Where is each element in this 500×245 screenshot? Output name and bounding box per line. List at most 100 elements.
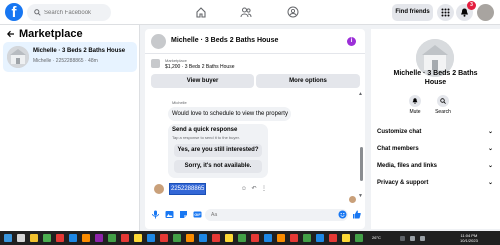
app-icon[interactable]	[355, 234, 363, 242]
info-icon[interactable]: i	[347, 37, 356, 46]
top-navigation-bar: f Find friends 3	[0, 0, 500, 25]
app-icon[interactable]	[290, 234, 298, 242]
app-icon[interactable]	[160, 234, 168, 242]
quick-response-subtitle: Tap a response to send it to the buyer.	[172, 135, 240, 140]
reply-icon[interactable]: ↶	[250, 184, 258, 194]
listing-small-thumbnail	[151, 59, 160, 68]
notifications-button[interactable]: 3	[456, 1, 476, 21]
search-label: Search	[435, 109, 451, 115]
bell-icon	[461, 8, 468, 17]
app-icon[interactable]	[238, 234, 246, 242]
search-in-chat-button[interactable]	[437, 95, 449, 107]
listing-price-title[interactable]: $1,200 · 3 Beds 2 Baths House	[165, 64, 235, 70]
listing-thumbnail	[7, 46, 29, 68]
search-box[interactable]	[27, 4, 111, 21]
account-avatar[interactable]	[477, 4, 494, 21]
bell-icon	[412, 98, 418, 104]
weather-temperature[interactable]: 26°C	[372, 235, 381, 240]
panel-title: Marketplace	[19, 28, 83, 40]
start-icon[interactable]	[4, 234, 12, 242]
chat-title[interactable]: Michelle · 3 Beds 2 Baths House	[171, 37, 278, 44]
conversation-subtitle: Michelle · 2252288865 · 48m	[33, 58, 98, 64]
app-icon[interactable]	[316, 234, 324, 242]
facebook-logo[interactable]: f	[5, 3, 23, 21]
app-icon[interactable]	[108, 234, 116, 242]
more-options-button[interactable]: More options	[256, 74, 360, 88]
notification-badge: 3	[467, 1, 476, 10]
chat-header: Michelle · 3 Beds 2 Baths House i	[145, 29, 365, 54]
details-title: Michelle · 3 Beds 2 Baths House	[393, 70, 478, 86]
menu-button[interactable]	[437, 4, 454, 21]
clock[interactable]: 11:04 PM 10/1/2023	[460, 233, 478, 243]
app-icon[interactable]	[342, 234, 350, 242]
my-avatar	[154, 184, 164, 194]
privacy-support-row[interactable]: Privacy & support ⌄	[377, 177, 493, 189]
file-explorer-icon[interactable]	[30, 234, 38, 242]
chevron-down-icon: ⌄	[487, 180, 493, 186]
chat-listing-thumbnail[interactable]	[151, 34, 166, 49]
app-icon[interactable]	[134, 234, 142, 242]
media-files-links-row[interactable]: Media, files and links ⌄	[377, 160, 493, 172]
gallery-icon[interactable]	[165, 210, 174, 219]
chevron-down-icon: ⌄	[487, 129, 493, 135]
selected-message-text[interactable]: 2252288865	[168, 183, 207, 195]
scroll-down-icon[interactable]: ▼	[358, 193, 363, 199]
app-icon[interactable]	[95, 234, 103, 242]
microphone-icon[interactable]	[151, 210, 160, 219]
app-icon[interactable]	[264, 234, 272, 242]
sticker-icon[interactable]	[179, 210, 188, 219]
quick-response-option[interactable]: Yes, are you still interested?	[174, 144, 262, 157]
svg-text:GIF: GIF	[194, 213, 201, 217]
search-taskbar-icon[interactable]	[17, 234, 25, 242]
app-icon[interactable]	[212, 234, 220, 242]
tray-chevron-icon[interactable]	[400, 236, 405, 241]
quick-response-card: Send a quick response Tap a response to …	[168, 124, 268, 178]
seen-avatar	[349, 196, 356, 203]
windows-taskbar: 26°C 11:04 PM 10/1/2023	[0, 231, 500, 245]
app-icon[interactable]	[199, 234, 207, 242]
customize-chat-row[interactable]: Customize chat ⌄	[377, 126, 493, 138]
app-icon[interactable]	[225, 234, 233, 242]
search-icon	[440, 98, 446, 104]
chat-members-row[interactable]: Chat members ⌄	[377, 143, 493, 155]
thumbs-up-icon[interactable]	[352, 210, 361, 219]
find-friends-button[interactable]: Find friends	[392, 4, 433, 21]
app-icon[interactable]	[82, 234, 90, 242]
chevron-down-icon: ⌄	[487, 163, 493, 169]
conversation-item[interactable]: Michelle · 3 Beds 2 Baths House Michelle…	[3, 42, 137, 72]
quick-response-option[interactable]: Sorry, it's not available.	[174, 160, 262, 173]
incoming-message: Would love to schedule to view the prope…	[168, 107, 291, 121]
view-buyer-button[interactable]: View buyer	[151, 74, 254, 88]
app-icon[interactable]	[121, 234, 129, 242]
app-icon[interactable]	[69, 234, 77, 242]
chat-details-panel: Michelle · 3 Beds 2 Baths House Mute Sea…	[371, 29, 500, 229]
app-icon[interactable]	[43, 234, 51, 242]
quick-response-title: Send a quick response	[172, 127, 238, 133]
app-icon[interactable]	[329, 234, 337, 242]
wifi-icon[interactable]	[410, 236, 415, 241]
more-icon[interactable]: ⋮	[260, 184, 268, 194]
app-icon[interactable]	[186, 234, 194, 242]
app-icon[interactable]	[251, 234, 259, 242]
emoji-icon[interactable]	[338, 210, 347, 219]
chat-panel: Michelle · 3 Beds 2 Baths House i Market…	[145, 29, 365, 229]
groups-icon[interactable]	[287, 6, 299, 18]
home-icon[interactable]	[195, 6, 207, 18]
scroll-up-icon[interactable]: ▲	[358, 91, 363, 97]
marketplace-inbox-panel: Marketplace Michelle · 3 Beds 2 Baths Ho…	[0, 25, 140, 231]
gif-icon[interactable]: GIF	[193, 210, 202, 219]
app-icon[interactable]	[147, 234, 155, 242]
volume-icon[interactable]	[420, 236, 425, 241]
search-input[interactable]	[44, 4, 109, 21]
app-icon[interactable]	[303, 234, 311, 242]
app-icon[interactable]	[173, 234, 181, 242]
sender-name: Michelle	[172, 100, 187, 105]
app-icon[interactable]	[56, 234, 64, 242]
friends-icon[interactable]	[240, 6, 252, 18]
mute-button[interactable]	[409, 95, 421, 107]
message-input[interactable]	[205, 209, 348, 221]
scrollbar-thumb[interactable]	[360, 147, 363, 181]
chevron-down-icon: ⌄	[487, 146, 493, 152]
app-icon[interactable]	[277, 234, 285, 242]
react-icon[interactable]: ☺	[240, 184, 248, 194]
